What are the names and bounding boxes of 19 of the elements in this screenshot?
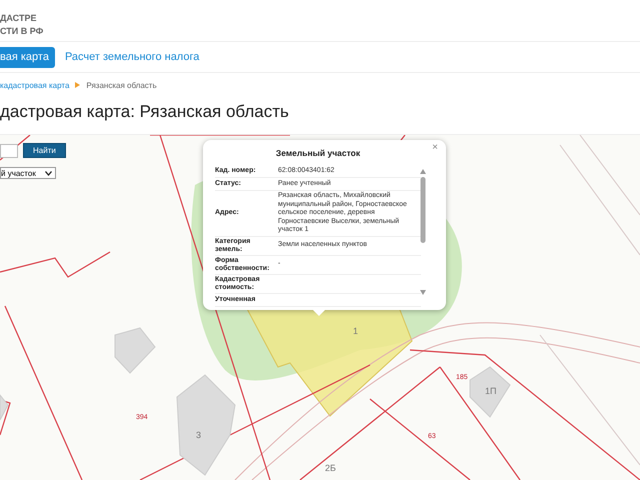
- type-dropdown[interactable]: й участок: [0, 167, 56, 179]
- nav-tab[interactable]: Расчет земельного налога: [64, 46, 206, 68]
- building-number: 1: [353, 326, 358, 336]
- logo-text: СТИ В РФ: [0, 25, 44, 38]
- building-number: 3: [196, 430, 202, 440]
- popup-title: Земельный участок: [274, 148, 362, 158]
- breadcrumb-current: Рязанская область: [86, 80, 157, 90]
- scrollbar[interactable]: [419, 168, 427, 296]
- building-number: 2Б: [325, 463, 336, 473]
- nav-tab[interactable]: вая карта: [0, 46, 55, 68]
- page-title: дастровая карта: Рязанская область: [0, 101, 290, 122]
- find-button[interactable]: Найти: [23, 143, 66, 158]
- logo-text: ДАСТРЕ: [0, 12, 38, 25]
- caret-icon: [45, 170, 52, 176]
- chevron-icon: [75, 82, 80, 88]
- building-number: 1П: [485, 386, 496, 396]
- search-field[interactable]: [0, 144, 18, 158]
- breadcrumb-link[interactable]: кадастровая карта: [0, 80, 70, 90]
- close-button[interactable]: ×: [432, 143, 438, 153]
